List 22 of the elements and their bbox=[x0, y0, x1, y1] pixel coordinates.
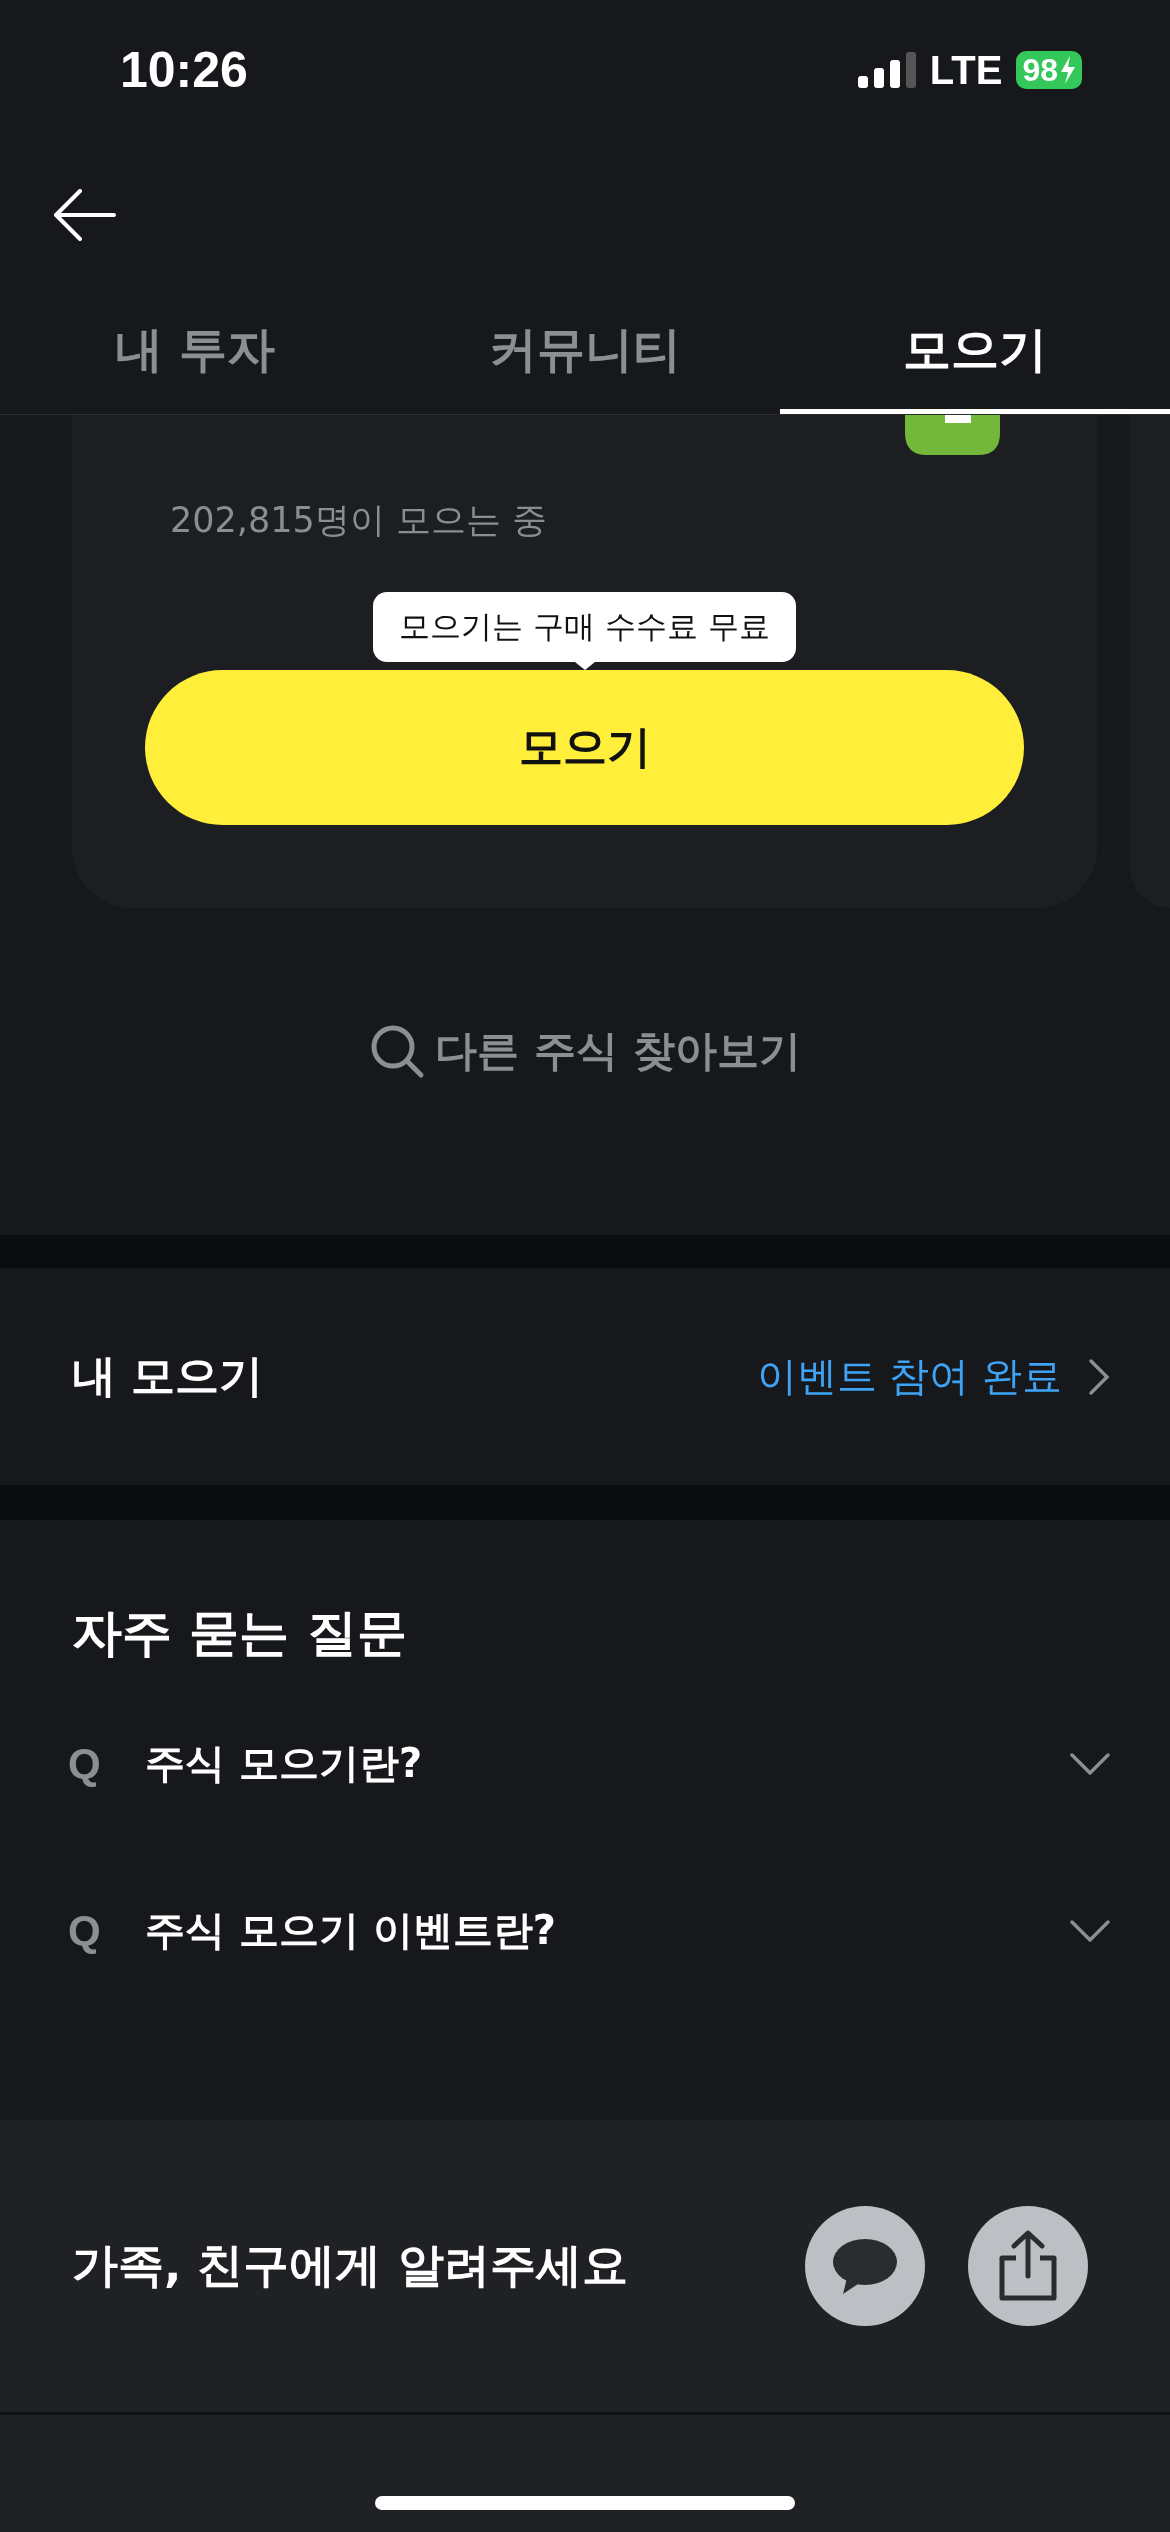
battery-indicator: 98 bbox=[1016, 51, 1082, 89]
chevron-right-icon bbox=[1088, 1357, 1110, 1396]
app-icon bbox=[905, 415, 1000, 455]
tooltip: 모으기는 구매 수수료 무료 bbox=[373, 592, 796, 662]
saver-count: 202,815명이 모으는 중 bbox=[170, 499, 548, 542]
back-arrow-icon[interactable] bbox=[52, 189, 116, 241]
tab[interactable]: 내 투자 bbox=[0, 290, 390, 414]
faq-item[interactable]: Q 주식 모으기 이벤트란? bbox=[68, 1847, 1110, 2014]
row-label: 내 모으기 bbox=[72, 1349, 264, 1403]
network-label: LTE bbox=[929, 47, 1003, 93]
faq-item[interactable]: Q 주식 모으기란? bbox=[68, 1680, 1110, 1847]
search-icon bbox=[369, 1023, 426, 1079]
section-title: 자주 묻는 질문 bbox=[72, 1603, 408, 1664]
share-prompt: 가족, 친구에게 알려주세요 bbox=[72, 2237, 628, 2294]
status-time: 10:26 bbox=[120, 41, 248, 99]
signal-icon bbox=[857, 52, 916, 88]
event-status-link[interactable]: 이벤트 참여 완료 bbox=[756, 1349, 1110, 1404]
tooltip-tail-icon bbox=[574, 662, 595, 670]
speech-bubble-icon bbox=[831, 2236, 899, 2296]
save-button[interactable]: 모으기 bbox=[145, 670, 1024, 825]
tab[interactable]: 커뮤니티 bbox=[390, 290, 780, 414]
search-link[interactable]: 다른 주식 찾아보기 bbox=[369, 1023, 801, 1079]
